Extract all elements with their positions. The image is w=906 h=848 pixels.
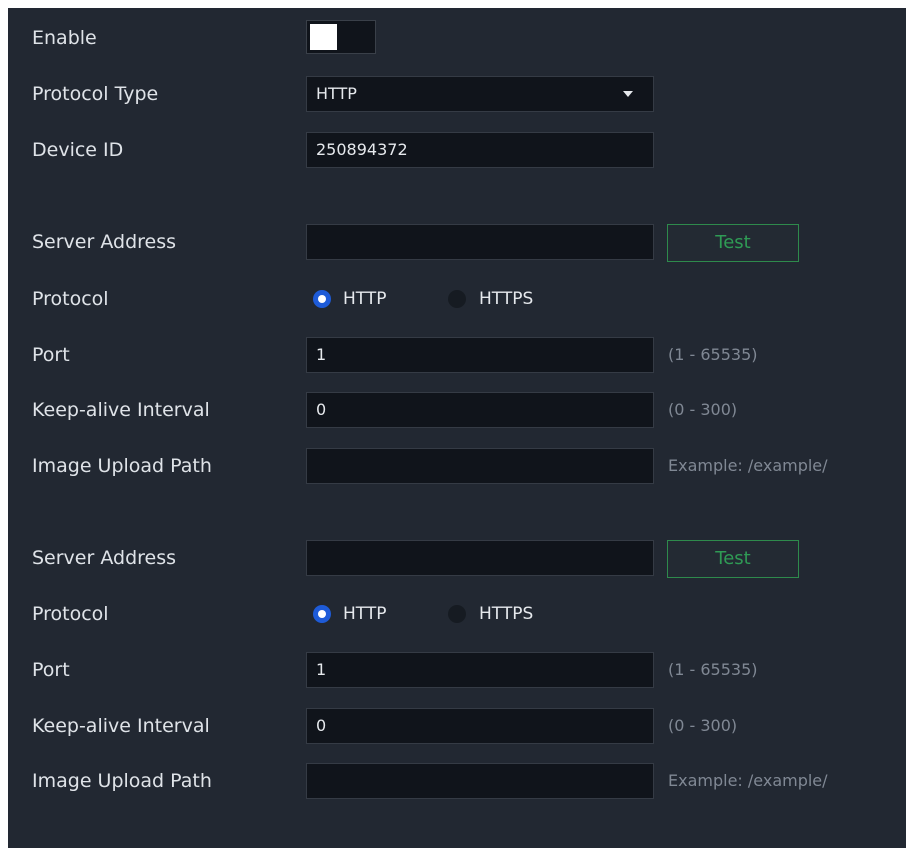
radio-http-1[interactable]: [313, 290, 331, 308]
keepalive-row-2: Keep-alive Interval 0 (0 - 300): [8, 708, 906, 744]
caret-down-icon: [623, 91, 633, 97]
port-label: Port: [32, 659, 70, 681]
radio-http-label-2[interactable]: HTTP: [343, 596, 387, 632]
protocol-row-1: Protocol HTTP HTTPS: [8, 281, 906, 317]
protocol-label: Protocol: [32, 603, 109, 625]
keepalive-input-2[interactable]: 0: [306, 708, 654, 744]
test-button-2[interactable]: Test: [667, 540, 799, 578]
upload-path-example: Example: /example/: [668, 456, 828, 475]
protocol-label: Protocol: [32, 288, 109, 310]
enable-label: Enable: [32, 27, 97, 49]
port-input-1[interactable]: 1: [306, 337, 654, 373]
radio-http-2[interactable]: [313, 605, 331, 623]
settings-panel: Enable Protocol Type HTTP Device ID 2508…: [8, 8, 906, 848]
device-id-input[interactable]: 250894372: [306, 132, 654, 168]
keepalive-range-hint: (0 - 300): [668, 716, 738, 735]
server-address-row-1: Server Address Test: [8, 224, 906, 262]
port-input-2[interactable]: 1: [306, 652, 654, 688]
keepalive-label: Keep-alive Interval: [32, 715, 210, 737]
radio-https-1[interactable]: [448, 290, 466, 308]
protocol-row-2: Protocol HTTP HTTPS: [8, 596, 906, 632]
device-id-row: Device ID 250894372: [8, 132, 906, 168]
toggle-knob: [310, 24, 337, 50]
keepalive-input-1[interactable]: 0: [306, 392, 654, 428]
port-row-2: Port 1 (1 - 65535): [8, 652, 906, 688]
server-address-input-2[interactable]: [306, 540, 654, 576]
server-address-input-1[interactable]: [306, 224, 654, 260]
test-button-1[interactable]: Test: [667, 224, 799, 262]
server-address-row-2: Server Address Test: [8, 540, 906, 578]
protocol-type-value: HTTP: [316, 84, 357, 103]
radio-https-label-1[interactable]: HTTPS: [479, 281, 533, 317]
radio-https-2[interactable]: [448, 605, 466, 623]
port-row-1: Port 1 (1 - 65535): [8, 337, 906, 373]
enable-toggle[interactable]: [306, 20, 376, 54]
upload-path-input-1[interactable]: [306, 448, 654, 484]
keepalive-range-hint: (0 - 300): [668, 400, 738, 419]
port-range-hint: (1 - 65535): [668, 345, 758, 364]
protocol-type-select[interactable]: HTTP: [306, 76, 654, 112]
device-id-label: Device ID: [32, 139, 124, 161]
upload-path-label: Image Upload Path: [32, 455, 212, 477]
enable-row: Enable: [8, 20, 906, 56]
upload-path-row-2: Image Upload Path Example: /example/: [8, 763, 906, 799]
upload-path-row-1: Image Upload Path Example: /example/: [8, 448, 906, 484]
keepalive-label: Keep-alive Interval: [32, 399, 210, 421]
keepalive-row-1: Keep-alive Interval 0 (0 - 300): [8, 392, 906, 428]
radio-https-label-2[interactable]: HTTPS: [479, 596, 533, 632]
protocol-type-label: Protocol Type: [32, 83, 159, 105]
upload-path-input-2[interactable]: [306, 763, 654, 799]
upload-path-label: Image Upload Path: [32, 770, 212, 792]
upload-path-example: Example: /example/: [668, 771, 828, 790]
server-address-label: Server Address: [32, 231, 177, 253]
radio-http-label-1[interactable]: HTTP: [343, 281, 387, 317]
port-range-hint: (1 - 65535): [668, 660, 758, 679]
protocol-type-row: Protocol Type HTTP: [8, 76, 906, 112]
port-label: Port: [32, 344, 70, 366]
server-address-label: Server Address: [32, 547, 177, 569]
